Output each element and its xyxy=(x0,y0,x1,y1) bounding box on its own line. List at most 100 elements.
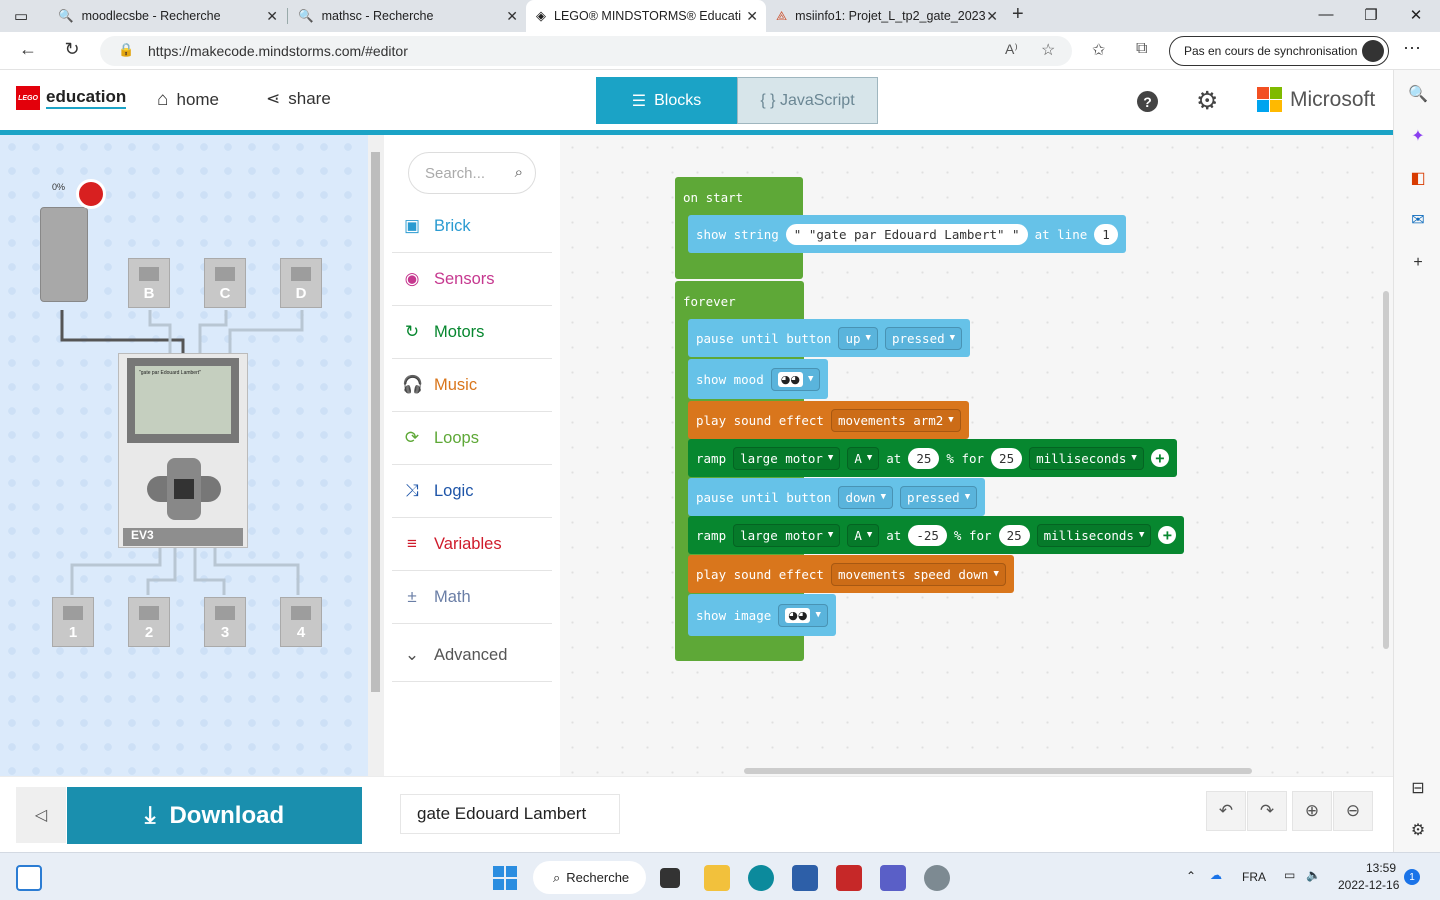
port-1[interactable]: 1 xyxy=(52,597,94,647)
duration-input[interactable]: 25 xyxy=(991,447,1023,469)
outlook-icon[interactable]: ✉ xyxy=(1408,210,1428,230)
tab-actions-icon[interactable]: ▭ xyxy=(14,7,28,25)
blocks-workspace[interactable]: on start show string " "gate par Edouard… xyxy=(560,135,1393,776)
ev3-brick[interactable]: "gate par Edouard Lambert" EV3 xyxy=(118,353,248,548)
category-loops[interactable]: ⟳ Loops xyxy=(392,412,552,465)
start-icon[interactable] xyxy=(492,865,518,891)
add-parameter-icon[interactable]: + xyxy=(1158,526,1177,544)
tab-msiinfo1[interactable]: ⟁ msiinfo1: Projet_L_tp2_gate_2023 ✕ xyxy=(766,0,1006,32)
play-sound-speed-down-block[interactable]: play sound effect movements speed down ▼ xyxy=(688,555,1014,593)
close-icon[interactable]: ✕ xyxy=(746,8,758,25)
share-link[interactable]: ⋖ share xyxy=(266,89,331,109)
duration-input[interactable]: 25 xyxy=(998,524,1030,546)
line-input[interactable]: 1 xyxy=(1094,223,1118,245)
motor-image[interactable] xyxy=(40,207,88,302)
lego-education-logo[interactable]: LEGO education xyxy=(16,86,127,110)
close-icon[interactable]: ✕ xyxy=(266,8,278,25)
brick-buttons[interactable] xyxy=(147,458,221,520)
language-indicator[interactable]: FRA xyxy=(1242,870,1266,884)
javascript-tab[interactable]: { } JavaScript xyxy=(737,77,878,124)
back-icon[interactable]: ← xyxy=(16,39,40,60)
home-link[interactable]: ⌂ home xyxy=(157,89,219,111)
gear-icon[interactable]: ⚙ xyxy=(1196,86,1218,116)
app-icon[interactable] xyxy=(924,865,950,891)
zoom-out-button[interactable]: ⊖ xyxy=(1333,791,1373,831)
port-3[interactable]: 3 xyxy=(204,597,246,647)
speed-input[interactable]: 25 xyxy=(908,447,940,469)
clock-date[interactable]: 2022-12-16 xyxy=(1338,878,1399,892)
new-tab-icon[interactable]: + xyxy=(1012,3,1024,26)
volume-icon[interactable]: 🔈 xyxy=(1306,868,1321,882)
undo-button[interactable]: ↶ xyxy=(1206,791,1246,831)
category-advanced[interactable]: ⌄ Advanced xyxy=(392,629,552,682)
play-sound-arm2-block[interactable]: play sound effect movements arm2 ▼ xyxy=(688,401,969,439)
tab-lego-mindstorms[interactable]: ◈ LEGO® MINDSTORMS® Educati ✕ xyxy=(526,0,766,32)
url-field[interactable]: https://makecode.mindstorms.com/#editor xyxy=(100,36,1072,66)
settings-icon[interactable]: ⚙ xyxy=(1408,820,1428,840)
image-dropdown[interactable]: ◕◕ ▼ xyxy=(778,603,828,627)
collapse-simulator-button[interactable]: ◁ xyxy=(16,787,66,843)
unit-dropdown[interactable]: milliseconds ▼ xyxy=(1036,523,1152,547)
show-mood-block[interactable]: show mood ◕◕ ▼ xyxy=(688,359,829,399)
network-icon[interactable]: ▭ xyxy=(1284,868,1295,882)
teams-icon[interactable] xyxy=(880,865,906,891)
favorites-icon[interactable]: ✩ xyxy=(1092,40,1105,60)
download-button[interactable]: ⤓ Download xyxy=(67,787,362,844)
read-aloud-icon[interactable]: A⁾ xyxy=(1005,41,1018,58)
close-icon[interactable]: ✕ xyxy=(986,8,998,25)
pause-until-button-down-block[interactable]: pause until button down ▼ pressed ▼ xyxy=(688,478,986,516)
port-d[interactable]: D xyxy=(280,258,322,308)
speed-input[interactable]: -25 xyxy=(908,524,947,546)
zoom-in-button[interactable]: ⊕ xyxy=(1292,791,1332,831)
add-icon[interactable]: + xyxy=(1408,254,1428,272)
blocks-tab[interactable]: ☰ Blocks xyxy=(596,77,737,124)
copilot-icon[interactable]: ✦ xyxy=(1408,126,1428,146)
file-explorer-icon[interactable] xyxy=(704,865,730,891)
state-dropdown[interactable]: pressed ▼ xyxy=(900,485,978,509)
collections-icon[interactable]: ⧉ xyxy=(1136,40,1147,58)
category-motors[interactable]: ↻ Motors xyxy=(392,306,552,359)
notification-badge[interactable]: 1 xyxy=(1404,869,1420,885)
sound-dropdown[interactable]: movements arm2 ▼ xyxy=(830,408,961,432)
help-icon[interactable]: ? xyxy=(1137,91,1158,112)
sound-dropdown[interactable]: movements speed down ▼ xyxy=(830,562,1006,586)
motor-wheel-icon[interactable] xyxy=(76,179,106,209)
filezilla-icon[interactable] xyxy=(836,865,862,891)
state-dropdown[interactable]: pressed ▼ xyxy=(884,326,963,350)
port-4[interactable]: 4 xyxy=(280,597,322,647)
taskbar-search[interactable]: ⌕ Recherche xyxy=(533,861,646,894)
port-dropdown[interactable]: A ▼ xyxy=(847,446,880,470)
widgets-icon[interactable] xyxy=(16,865,42,891)
category-music[interactable]: 🎧 Music xyxy=(392,359,552,412)
string-input[interactable]: " "gate par Edouard Lambert" " xyxy=(785,223,1028,245)
category-logic[interactable]: ⤨ Logic xyxy=(392,465,552,518)
sync-button[interactable]: Pas en cours de synchronisation xyxy=(1169,36,1389,66)
ramp-motor-forward-block[interactable]: ramp large motor ▼ A ▼ at 25 % for 25 mill… xyxy=(688,439,1177,477)
show-image-block[interactable]: show image ◕◕ ▼ xyxy=(688,594,836,636)
onedrive-icon[interactable]: ☁ xyxy=(1210,868,1222,882)
lock-icon[interactable]: 🔒 xyxy=(118,42,134,58)
category-math[interactable]: ± Math xyxy=(392,571,552,624)
category-sensors[interactable]: ◉ Sensors xyxy=(392,253,552,306)
port-c[interactable]: C xyxy=(204,258,246,308)
button-dropdown[interactable]: down ▼ xyxy=(838,485,893,509)
sidebar-toggle-icon[interactable]: ⊟ xyxy=(1408,778,1428,798)
mood-dropdown[interactable]: ◕◕ ▼ xyxy=(770,367,821,391)
ramp-motor-reverse-block[interactable]: ramp large motor ▼ A ▼ at -25 % for 25 mil… xyxy=(688,516,1185,554)
motor-dropdown[interactable]: large motor ▼ xyxy=(733,446,841,470)
refresh-icon[interactable]: ↻ xyxy=(60,39,84,60)
category-brick[interactable]: ▣ Brick xyxy=(392,200,552,253)
add-favorite-icon[interactable]: ☆ xyxy=(1041,40,1055,60)
microsoft-logo[interactable]: Microsoft xyxy=(1257,87,1375,112)
tab-mathsc[interactable]: 🔍 mathsc - Recherche ✕ xyxy=(288,0,526,32)
close-icon[interactable]: ✕ xyxy=(506,8,518,25)
brick-center-button[interactable] xyxy=(174,479,194,499)
store-icon[interactable] xyxy=(792,865,818,891)
port-b[interactable]: B xyxy=(128,258,170,308)
add-parameter-icon[interactable]: + xyxy=(1150,449,1169,467)
office-icon[interactable]: ◧ xyxy=(1408,168,1428,188)
show-string-block[interactable]: show string " "gate par Edouard Lambert"… xyxy=(688,215,1126,253)
button-dropdown[interactable]: up ▼ xyxy=(838,326,878,350)
workspace-vertical-scrollbar[interactable] xyxy=(1383,291,1389,649)
search-icon[interactable]: 🔍 xyxy=(1408,84,1428,104)
